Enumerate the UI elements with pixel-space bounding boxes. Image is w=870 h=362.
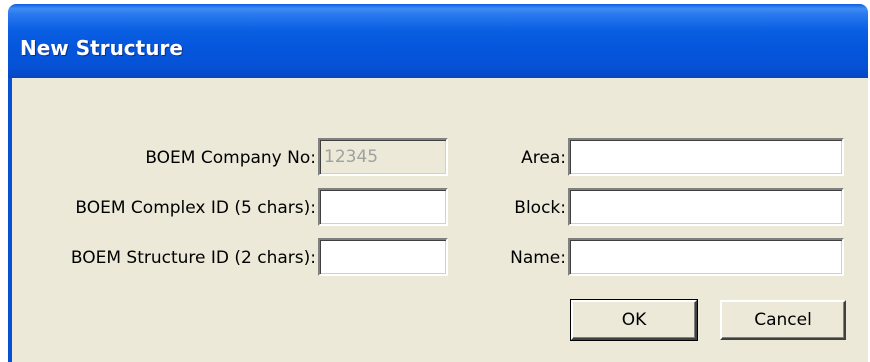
block-label: Block:	[514, 198, 566, 218]
cancel-button[interactable]: Cancel	[720, 300, 846, 340]
name-label: Name:	[510, 248, 566, 268]
title-bar[interactable]: New Structure	[8, 4, 868, 78]
area-field[interactable]	[568, 138, 844, 176]
name-field[interactable]	[568, 238, 844, 276]
structure-id-field[interactable]	[318, 238, 448, 276]
new-structure-dialog: New Structure BOEM Company No: 12345 BOE…	[8, 4, 868, 362]
block-field[interactable]	[568, 188, 844, 226]
company-no-field: 12345	[318, 138, 448, 176]
structure-id-label: BOEM Structure ID (2 chars):	[70, 248, 316, 268]
window-frame-left	[8, 78, 12, 362]
area-label: Area:	[521, 148, 566, 168]
dialog-title: New Structure	[20, 36, 183, 60]
complex-id-label: BOEM Complex ID (5 chars):	[75, 198, 316, 218]
company-no-label: BOEM Company No:	[145, 148, 316, 168]
ok-button[interactable]: OK	[570, 299, 698, 341]
complex-id-field[interactable]	[318, 188, 448, 226]
